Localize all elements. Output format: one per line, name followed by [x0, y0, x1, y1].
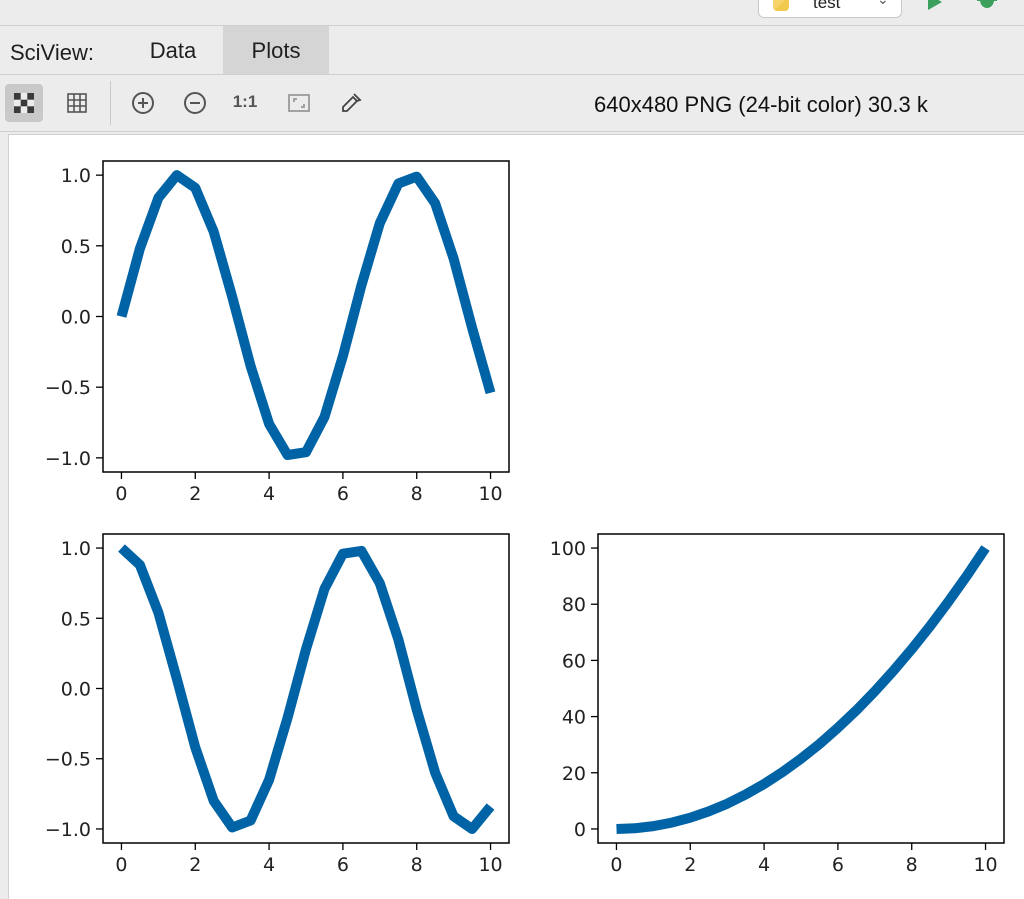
y-tick-label: 1.0: [61, 165, 91, 187]
zoom-out-icon: [184, 92, 206, 114]
x-tick-label: 4: [263, 854, 275, 876]
x-tick-label: 10: [973, 854, 997, 876]
tab-plots[interactable]: Plots: [223, 26, 329, 74]
x-tick-label: 6: [337, 483, 349, 505]
zoom-out-button[interactable]: [176, 84, 214, 122]
y-tick-label: 100: [550, 538, 586, 560]
x-tick-label: 2: [189, 854, 201, 876]
y-tick-label: −0.5: [45, 749, 91, 771]
x-tick-label: 8: [411, 483, 423, 505]
x-tick-label: 2: [684, 854, 696, 876]
chevron-down-icon: ⌄: [877, 0, 889, 8]
zoom-in-button[interactable]: [124, 84, 162, 122]
y-tick-label: 1.0: [61, 538, 91, 560]
actual-size-button[interactable]: 1:1: [226, 84, 264, 122]
sciview-tab-bar: SciView: Data Plots: [0, 26, 1024, 75]
run-icon[interactable]: [928, 0, 942, 10]
show-chessboard-button[interactable]: [5, 84, 43, 122]
zoom-in-icon: [132, 92, 154, 114]
toolbar-separator: [110, 81, 111, 125]
color-picker-button[interactable]: [332, 84, 370, 122]
run-configuration-selector[interactable]: test ⌄: [758, 0, 902, 18]
x-tick-label: 6: [832, 854, 844, 876]
checkerboard-icon: [14, 93, 34, 113]
x-tick-label: 6: [337, 854, 349, 876]
y-tick-label: 80: [562, 594, 586, 616]
python-icon: [773, 0, 789, 11]
y-tick-label: 60: [562, 650, 586, 672]
show-grid-button[interactable]: [58, 84, 96, 122]
axes-frame: [597, 533, 1005, 844]
x-tick-label: 8: [906, 854, 918, 876]
y-tick-label: 20: [562, 763, 586, 785]
image-info: 640x480 PNG (24-bit color) 30.3 k: [594, 92, 928, 117]
run-toolbar: test ⌄: [0, 0, 1024, 26]
y-tick-label: 40: [562, 707, 586, 729]
x-tick-label: 0: [610, 854, 622, 876]
x-tick-label: 10: [478, 854, 502, 876]
image-toolbar: 1:1 640x480 PNG (24-bit color) 30.3 k: [0, 75, 1024, 132]
x-tick-label: 8: [411, 854, 423, 876]
x-tick-label: 4: [758, 854, 770, 876]
fit-window-icon: [288, 94, 310, 112]
actual-size-icon: 1:1: [232, 92, 258, 111]
series-line: [116, 170, 496, 460]
x-tick-label: 10: [478, 483, 502, 505]
x-tick-label: 2: [189, 483, 201, 505]
run-configuration-name: test: [813, 0, 841, 12]
color-picker-icon: [342, 93, 362, 112]
axes-frame: [102, 160, 510, 473]
plot-image-viewer[interactable]: 0 2 4 6 8 10 1.0 0.5 0.0 −0.5 −1.0 0 2 4 6 8 10 1.0 0.5 0.0…: [8, 134, 1024, 899]
y-tick-label: 0.5: [61, 236, 91, 258]
grid-icon: [67, 93, 87, 113]
y-tick-label: 0.0: [61, 307, 91, 329]
x-tick-label: 4: [263, 483, 275, 505]
sciview-title: SciView:: [10, 40, 94, 65]
y-tick-label: 0.0: [61, 679, 91, 701]
x-tick-label: 0: [115, 483, 127, 505]
y-tick-label: −1.0: [45, 819, 91, 841]
y-tick-label: −1.0: [45, 448, 91, 470]
tab-data[interactable]: Data: [126, 26, 220, 74]
matplotlib-figure: 0 2 4 6 8 10 1.0 0.5 0.0 −0.5 −1.0 0 2 4 6 8 10 1.0 0.5 0.0…: [45, 160, 1005, 876]
debug-icon[interactable]: [976, 0, 998, 10]
y-tick-label: −0.5: [45, 377, 91, 399]
y-tick-label: 0: [574, 819, 586, 841]
series-line: [616, 545, 990, 834]
fit-window-button[interactable]: [280, 84, 318, 122]
x-tick-label: 0: [115, 854, 127, 876]
series-line: [118, 544, 495, 834]
y-tick-label: 0.5: [61, 608, 91, 630]
